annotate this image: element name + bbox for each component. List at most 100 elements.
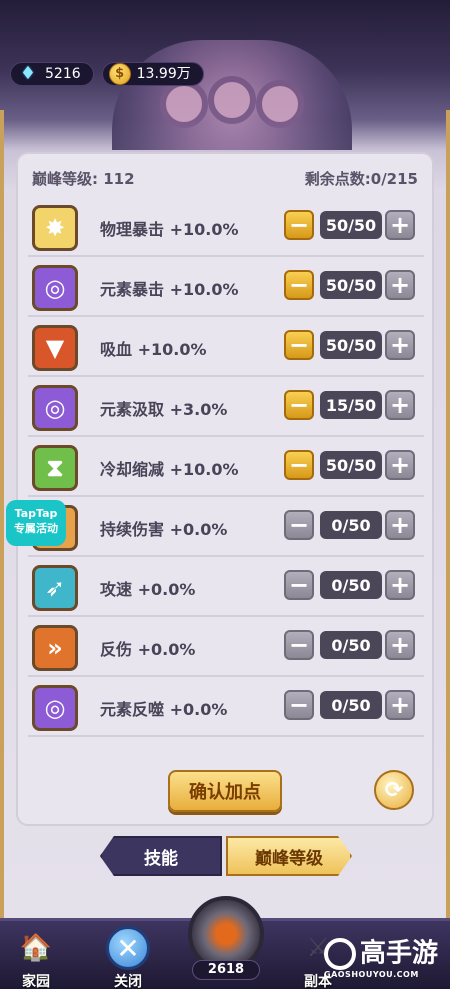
- plus-icon: +: [389, 391, 411, 419]
- watermark: 高手游 GAOSHOUYOU.COM: [324, 938, 448, 988]
- skill-points-value: 50/50: [320, 211, 382, 239]
- right-frame-border: [446, 110, 450, 970]
- skill-row: » 反伤 +0.0% −0/50 +: [28, 617, 424, 677]
- decrease-button[interactable]: −: [284, 390, 314, 420]
- house-icon: 🏠: [19, 933, 53, 963]
- skill-list: ✸ 物理暴击 +10.0% −50/50 + ◎ 元素暴击 +10.0% −50/50 + ▼ 吸…: [28, 197, 424, 737]
- tab-peak-level[interactable]: 巅峰等级: [226, 836, 352, 876]
- coin-amount: 13.99万: [136, 66, 191, 82]
- skill-points-value: 50/50: [320, 271, 382, 299]
- remaining-points-label: 剩余点数:: [304, 170, 371, 188]
- taptap-event-badge[interactable]: TapTap 专属活动: [6, 500, 66, 546]
- decrease-button[interactable]: −: [284, 450, 314, 480]
- minus-icon: −: [288, 511, 310, 539]
- decrease-button[interactable]: −: [284, 570, 314, 600]
- nav-home-label: 家园: [22, 974, 50, 989]
- burst-icon: ✸: [32, 205, 78, 251]
- increase-button[interactable]: +: [385, 510, 415, 540]
- minus-icon: −: [288, 571, 310, 599]
- skill-points-value: 50/50: [320, 451, 382, 479]
- peak-level-value: 112: [103, 170, 135, 188]
- skill-name: 攻速 +0.0%: [100, 580, 196, 599]
- peak-level-label: 巅峰等级:: [32, 170, 98, 188]
- skill-row: ◎ 元素暴击 +10.0% −50/50 +: [28, 257, 424, 317]
- increase-button[interactable]: +: [385, 330, 415, 360]
- increase-button[interactable]: +: [385, 450, 415, 480]
- watermark-url: GAOSHOUYOU.COM: [324, 970, 419, 979]
- minus-icon: −: [288, 271, 310, 299]
- minus-icon: −: [288, 691, 310, 719]
- minus-icon: −: [288, 391, 310, 419]
- nav-home[interactable]: 🏠 家园: [6, 921, 66, 989]
- skill-name: 反伤 +0.0%: [100, 640, 196, 659]
- confirm-points-button[interactable]: 确认加点: [168, 770, 282, 812]
- refresh-icon: ⟳: [384, 777, 404, 803]
- decrease-button[interactable]: −: [284, 330, 314, 360]
- skill-name: 元素汲取 +3.0%: [100, 400, 228, 419]
- panel-header: 巅峰等级: 112 剩余点数:0/215: [32, 164, 418, 192]
- skill-name: 冷却缩减 +10.0%: [100, 460, 239, 479]
- skill-row: ✸ 物理暴击 +10.0% −50/50 +: [28, 197, 424, 257]
- diamond-amount: 5216: [45, 66, 81, 82]
- skill-name: 持续伤害 +0.0%: [100, 520, 228, 539]
- skill-row: ◎ 元素反噬 +0.0% −0/50 +: [28, 677, 424, 737]
- plus-icon: +: [389, 271, 411, 299]
- increase-button[interactable]: +: [385, 390, 415, 420]
- vortex-icon: ◎: [32, 385, 78, 431]
- tab-skill[interactable]: 技能: [100, 836, 222, 876]
- skill-points-value: 0/50: [320, 631, 382, 659]
- reflect-icon: »: [32, 625, 78, 671]
- wind-icon: ➶: [32, 565, 78, 611]
- watermark-logo-icon: [324, 938, 356, 970]
- skill-name: 元素反噬 +0.0%: [100, 700, 228, 719]
- decrease-button[interactable]: −: [284, 630, 314, 660]
- reset-points-button[interactable]: ⟳: [374, 770, 414, 810]
- skill-points-value: 0/50: [320, 571, 382, 599]
- decrease-button[interactable]: −: [284, 510, 314, 540]
- increase-button[interactable]: +: [385, 210, 415, 240]
- skill-row: ➶ 攻速 +0.0% −0/50 +: [28, 557, 424, 617]
- diamond-counter[interactable]: ♦ 5216: [10, 62, 94, 86]
- skill-row: ⧗ 冷却缩减 +10.0% −50/50 +: [28, 437, 424, 497]
- increase-button[interactable]: +: [385, 270, 415, 300]
- player-level-value: 2618: [192, 960, 260, 980]
- left-frame-border: [0, 110, 4, 970]
- plus-icon: +: [389, 511, 411, 539]
- skill-row: ◎ 元素汲取 +3.0% −15/50 +: [28, 377, 424, 437]
- hourglass-icon: ⧗: [32, 445, 78, 491]
- taptap-subtitle: 专属活动: [14, 522, 58, 535]
- vortex-icon: ◎: [32, 685, 78, 731]
- increase-button[interactable]: +: [385, 570, 415, 600]
- watermark-brand: 高手游: [360, 938, 439, 969]
- coin-counter[interactable]: $ 13.99万: [101, 61, 204, 87]
- skill-points-value: 15/50: [320, 391, 382, 419]
- coin-icon: $: [107, 61, 133, 87]
- plus-icon: +: [389, 211, 411, 239]
- vortex-icon: ◎: [32, 265, 78, 311]
- minus-icon: −: [288, 211, 310, 239]
- skill-row: ▼ 吸血 +10.0% −50/50 +: [28, 317, 424, 377]
- minus-icon: −: [288, 631, 310, 659]
- decrease-button[interactable]: −: [284, 690, 314, 720]
- decrease-button[interactable]: −: [284, 270, 314, 300]
- taptap-label: TapTap: [14, 507, 58, 520]
- plus-icon: +: [389, 571, 411, 599]
- nav-close-label: 关闭: [114, 974, 142, 989]
- fangs-icon: ▼: [32, 325, 78, 371]
- plus-icon: +: [389, 631, 411, 659]
- skill-points-value: 0/50: [320, 691, 382, 719]
- increase-button[interactable]: +: [385, 630, 415, 660]
- increase-button[interactable]: +: [385, 690, 415, 720]
- nav-close[interactable]: ✕ 关闭: [96, 921, 160, 989]
- skill-points-value: 50/50: [320, 331, 382, 359]
- skill-points-value: 0/50: [320, 511, 382, 539]
- skill-row: ✺持续伤害 +0.0%−0/50+: [28, 497, 424, 557]
- minus-icon: −: [288, 331, 310, 359]
- player-level-emblem[interactable]: 2618: [178, 892, 274, 989]
- plus-icon: +: [389, 331, 411, 359]
- decrease-button[interactable]: −: [284, 210, 314, 240]
- skill-name: 元素暴击 +10.0%: [100, 280, 239, 299]
- tab-bar: 技能 巅峰等级: [100, 836, 352, 876]
- skill-name: 吸血 +10.0%: [100, 340, 207, 359]
- diamond-icon: ♦: [19, 63, 37, 84]
